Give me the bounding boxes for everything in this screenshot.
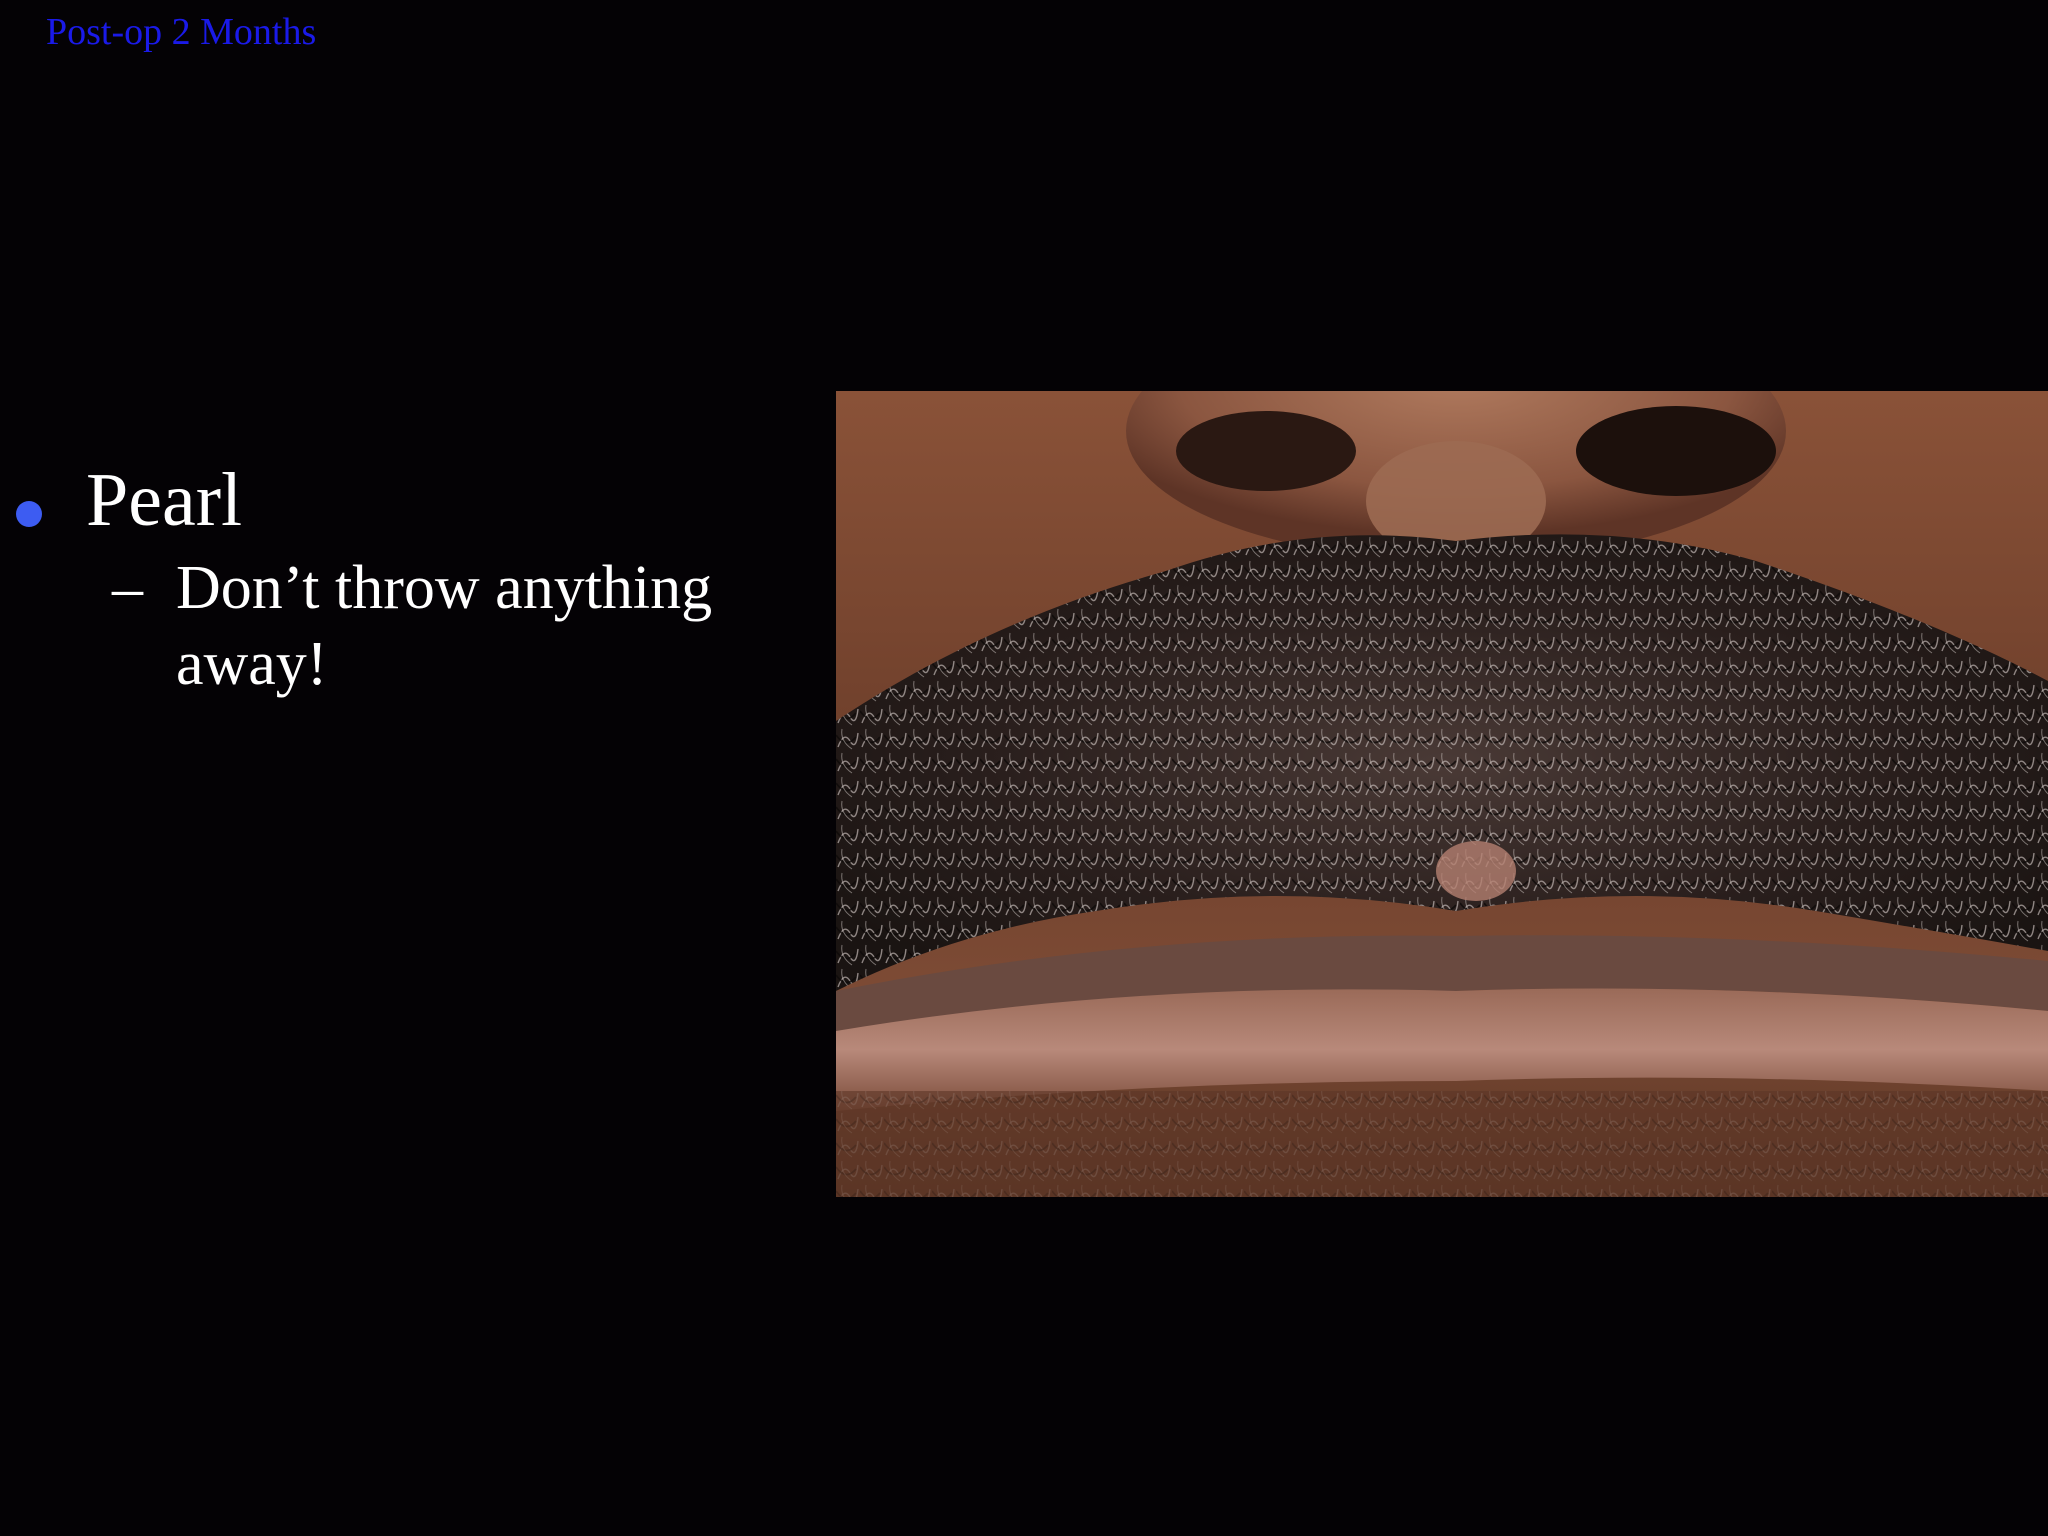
- sub-bullet-dash: –: [112, 554, 143, 622]
- bullet-dot-icon: [16, 501, 42, 527]
- bullet-item-pearl: Pearl: [86, 458, 243, 542]
- slide: Post-op 2 Months Pearl – Don’t throw any…: [0, 0, 2048, 1536]
- sub-bullet-item: Don’t throw anything away!: [176, 554, 713, 698]
- clinical-photo: [836, 391, 2048, 1197]
- slide-title: Post-op 2 Months: [46, 11, 317, 53]
